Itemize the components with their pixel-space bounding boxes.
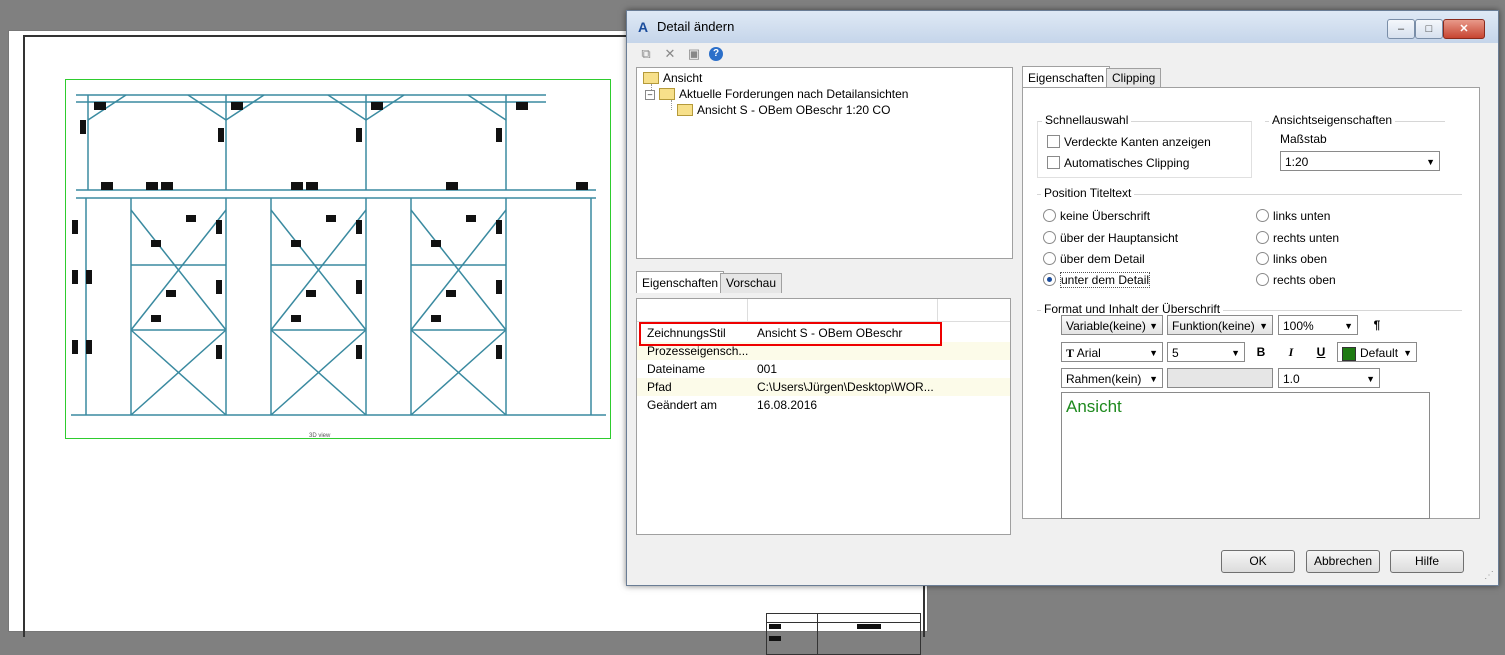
radio-ueber-detail[interactable]: über dem Detail xyxy=(1043,252,1145,266)
massstab-label: Maßstab xyxy=(1280,132,1327,146)
chevron-down-icon: ▼ xyxy=(1403,348,1412,358)
color-dropdown[interactable]: Default ▼ xyxy=(1337,342,1417,362)
font-icon: T xyxy=(1066,346,1077,360)
copy-icon[interactable]: ⧉ xyxy=(637,45,655,63)
structure-drawing xyxy=(71,94,606,416)
tab-vorschau[interactable]: Vorschau xyxy=(720,273,783,293)
group-label: Ansichtseigenschaften xyxy=(1269,113,1396,127)
detail-viewport[interactable] xyxy=(65,79,611,439)
minimize-button[interactable]: – xyxy=(1387,19,1415,39)
verdeckte-kanten-checkbox[interactable]: Verdeckte Kanten anzeigen xyxy=(1047,135,1211,149)
highlight-box xyxy=(639,322,942,346)
auto-clipping-checkbox[interactable]: Automatisches Clipping xyxy=(1047,156,1189,170)
variable-dropdown[interactable]: Variable(keine) ▼ xyxy=(1061,315,1163,335)
property-row[interactable]: Geändert am 16.08.2016 xyxy=(637,396,1010,414)
disabled-field xyxy=(1167,368,1273,388)
italic-button[interactable]: I xyxy=(1281,342,1301,362)
underline-button[interactable]: U xyxy=(1311,342,1331,362)
chevron-down-icon: ▼ xyxy=(1149,348,1158,358)
group-label: Schnellauswahl xyxy=(1042,113,1132,127)
radio-links-oben[interactable]: links oben xyxy=(1256,252,1327,266)
size-dropdown[interactable]: 5 ▼ xyxy=(1167,342,1245,362)
tab-eigenschaften-left[interactable]: Eigenschaften xyxy=(636,271,725,293)
chevron-down-icon: ▼ xyxy=(1231,348,1240,358)
title-block xyxy=(766,613,921,655)
chevron-down-icon: ▼ xyxy=(1259,321,1268,331)
radio-ueber-hauptansicht[interactable]: über der Hauptansicht xyxy=(1043,231,1178,245)
percent-dropdown[interactable]: 100% ▼ xyxy=(1278,315,1358,335)
position-group: Position Titeltext keine Überschrift übe… xyxy=(1037,186,1462,295)
rahmen-dropdown[interactable]: Rahmen(kein) ▼ xyxy=(1061,368,1163,388)
massstab-dropdown[interactable]: 1:20 ▼ xyxy=(1280,151,1440,171)
schnellauswahl-group: Schnellauswahl Verdeckte Kanten anzeigen… xyxy=(1037,113,1252,178)
resize-grip-icon[interactable]: ⋰ xyxy=(1484,570,1494,581)
folder-icon xyxy=(677,103,693,116)
ok-button[interactable]: OK xyxy=(1221,550,1295,573)
radio-keine-ueberschrift[interactable]: keine Überschrift xyxy=(1043,209,1150,223)
group-label: Position Titeltext xyxy=(1041,186,1135,200)
save-icon[interactable]: ▣ xyxy=(685,45,703,63)
help-icon[interactable]: ? xyxy=(709,47,723,61)
property-row[interactable]: Pfad C:\Users\Jürgen\Desktop\WOR... xyxy=(637,378,1010,396)
bold-button[interactable]: B xyxy=(1251,342,1271,362)
radio-unter-detail[interactable]: unter dem Detail xyxy=(1043,272,1151,288)
title-bar[interactable]: A Detail ändern – □ ✕ xyxy=(627,11,1498,43)
radio-links-unten[interactable]: links unten xyxy=(1256,209,1330,223)
title-text-content: Ansicht xyxy=(1066,397,1122,416)
view-label: 3D view xyxy=(309,433,331,439)
cancel-button[interactable]: Abbrechen xyxy=(1306,550,1380,573)
detail-dialog: A Detail ändern – □ ✕ ⧉ ✕ ▣ ? Ansicht – A… xyxy=(626,10,1499,586)
radio-rechts-oben[interactable]: rechts oben xyxy=(1256,273,1336,287)
chevron-down-icon: ▼ xyxy=(1426,157,1435,167)
detail-tree: Ansicht – Aktuelle Forderungen nach Detai… xyxy=(636,67,1013,259)
folder-icon xyxy=(643,71,659,84)
line-width-dropdown[interactable]: 1.0 ▼ xyxy=(1278,368,1380,388)
chevron-down-icon: ▼ xyxy=(1149,321,1158,331)
close-button[interactable]: ✕ xyxy=(1443,19,1485,39)
folder-icon xyxy=(659,87,675,100)
tab-eigenschaften-right[interactable]: Eigenschaften xyxy=(1022,66,1111,88)
help-button[interactable]: Hilfe xyxy=(1390,550,1464,573)
chevron-down-icon: ▼ xyxy=(1344,321,1353,331)
title-text-editor[interactable]: Ansicht xyxy=(1061,392,1430,519)
ansichtseigenschaften-group: Ansichtseigenschaften Maßstab 1:20 ▼ xyxy=(1265,113,1445,177)
dialog-title: Detail ändern xyxy=(657,19,735,34)
delete-icon[interactable]: ✕ xyxy=(661,45,679,63)
chevron-down-icon: ▼ xyxy=(1366,374,1375,384)
funktion-dropdown[interactable]: Funktion(keine) ▼ xyxy=(1167,315,1273,335)
app-logo-icon: A xyxy=(637,19,649,35)
color-swatch xyxy=(1342,346,1356,361)
property-row[interactable]: Dateiname 001 xyxy=(637,360,1010,378)
collapse-icon[interactable]: – xyxy=(645,89,655,100)
maximize-button[interactable]: □ xyxy=(1415,19,1443,39)
tree-item-detail[interactable]: Ansicht S - OBem OBeschr 1:20 CO xyxy=(677,102,890,118)
radio-rechts-unten[interactable]: rechts unten xyxy=(1256,231,1339,245)
tab-clipping[interactable]: Clipping xyxy=(1106,68,1162,88)
font-dropdown[interactable]: T Arial ▼ xyxy=(1061,342,1163,362)
tree-item-forderungen[interactable]: – Aktuelle Forderungen nach Detailansicht… xyxy=(645,86,908,102)
group-label: Format und Inhalt der Überschrift xyxy=(1041,302,1224,316)
chevron-down-icon: ▼ xyxy=(1149,374,1158,384)
paragraph-icon[interactable]: ¶ xyxy=(1367,315,1387,335)
